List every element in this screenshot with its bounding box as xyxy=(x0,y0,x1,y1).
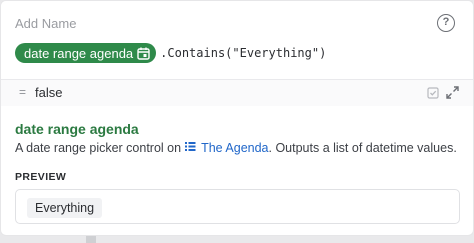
control-description: A date range picker control on The Agend… xyxy=(15,141,461,155)
list-icon xyxy=(185,141,196,155)
help-icon[interactable]: ? xyxy=(437,14,455,32)
calendar-icon xyxy=(137,47,150,60)
formula-expression[interactable]: date range agenda .Contains("Everything"… xyxy=(15,43,326,63)
control-info: date range agenda A date range picker co… xyxy=(15,121,461,155)
add-name-field[interactable]: Add Name xyxy=(15,16,76,31)
formula-card: Add Name ? date range agenda .Contains("… xyxy=(0,0,474,236)
expand-icon[interactable] xyxy=(446,86,459,104)
equals-sign: = xyxy=(19,85,27,99)
description-suffix: . Outputs a list of datetime values. xyxy=(268,141,457,155)
checkbox-icon[interactable] xyxy=(427,86,439,104)
description-prefix: A date range picker control on xyxy=(15,141,182,155)
token-label: date range agenda xyxy=(24,45,134,61)
method-call: .Contains("Everything") xyxy=(160,46,327,60)
preview-value-chip: Everything xyxy=(27,198,103,218)
preview-box: Everything xyxy=(15,189,460,224)
result-value: false xyxy=(35,85,63,100)
formula-header: Add Name ? date range agenda .Contains("… xyxy=(1,1,473,79)
agenda-link[interactable]: The Agenda xyxy=(201,141,268,155)
preview-label: PREVIEW xyxy=(15,171,67,183)
control-token[interactable]: date range agenda xyxy=(15,43,157,63)
connector-notch xyxy=(86,236,96,243)
result-row: = false xyxy=(1,80,473,106)
control-title: date range agenda xyxy=(15,121,139,137)
